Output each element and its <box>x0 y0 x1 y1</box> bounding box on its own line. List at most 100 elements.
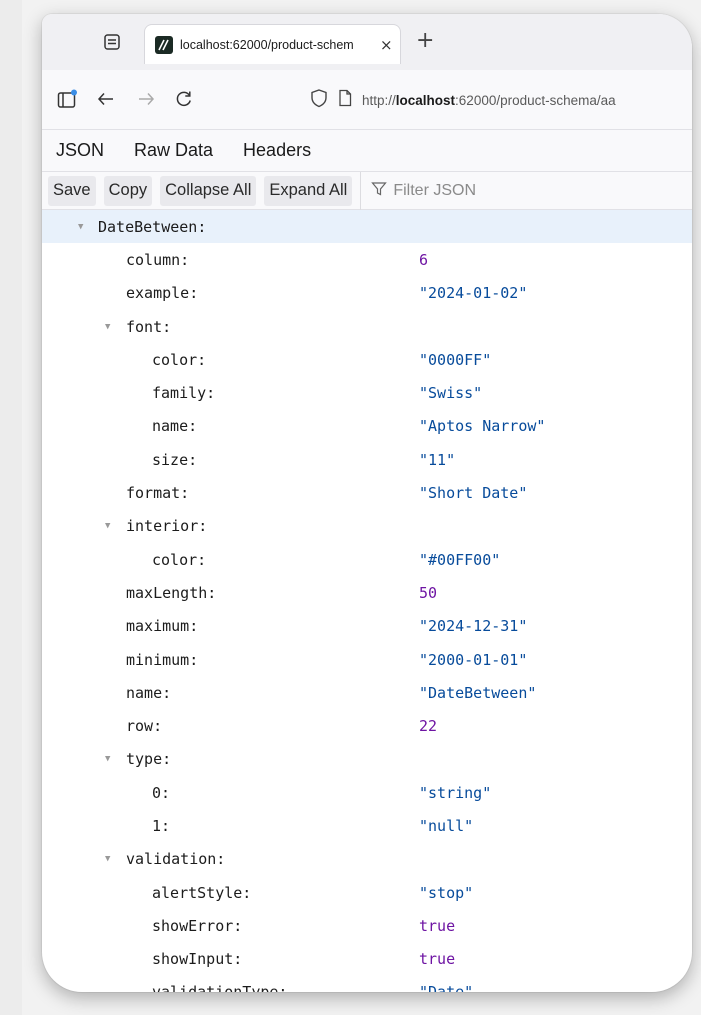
tab-close-icon[interactable]: × <box>380 36 393 54</box>
tree-row[interactable]: showInput: true <box>42 943 692 976</box>
tree-value: 6 <box>419 250 429 269</box>
tree-row[interactable]: maxLength: 50 <box>42 576 692 609</box>
site-favicon-icon <box>155 35 173 54</box>
expand-toggle-icon[interactable]: ▼ <box>105 854 117 864</box>
tree-key: interior: <box>126 517 208 536</box>
page-info-icon[interactable] <box>338 89 352 111</box>
tree-value: "2024-01-02" <box>419 284 528 303</box>
tree-row[interactable]: ▼ validation: <box>42 843 692 876</box>
tree-key: validationType: <box>152 983 287 992</box>
tree-key: validation: <box>126 850 226 869</box>
tree-value: "0000FF" <box>419 350 492 369</box>
collapse-all-button[interactable]: Collapse All <box>160 175 257 206</box>
tree-key: alertStyle: <box>152 883 252 902</box>
expand-toggle-icon[interactable]: ▼ <box>105 322 117 332</box>
filter-json-input[interactable]: Filter JSON <box>360 171 692 210</box>
tree-value: "Date" <box>419 983 473 992</box>
url-host: localhost <box>395 92 456 108</box>
tree-row[interactable]: name: "Aptos Narrow" <box>42 410 692 443</box>
back-arrow-icon[interactable] <box>96 86 116 112</box>
tree-key: family: <box>152 384 216 403</box>
tree-row[interactable]: ▼ type: <box>42 743 692 776</box>
tab-title: localhost:62000/product-schem <box>180 37 354 52</box>
tree-value: 22 <box>419 717 438 736</box>
tree-row[interactable]: color: "0000FF" <box>42 343 692 376</box>
tree-key: minimum: <box>126 650 199 669</box>
tree-key: maximum: <box>126 617 199 636</box>
tree-value: "11" <box>419 450 456 469</box>
tree-key: row: <box>126 717 163 736</box>
url-bar[interactable]: http://localhost:62000/product-schema/aa <box>310 82 692 118</box>
url-text[interactable]: http://localhost:62000/product-schema/aa <box>362 93 616 108</box>
json-tree: ▼ DateBetween: column: 6 example: "2024-01-02… <box>42 210 692 992</box>
tree-key: DateBetween: <box>98 217 207 236</box>
filter-funnel-icon <box>371 181 388 201</box>
tree-row[interactable]: family: "Swiss" <box>42 376 692 409</box>
new-tab-button[interactable]: + <box>416 30 434 52</box>
expand-toggle-icon[interactable]: ▼ <box>78 222 90 232</box>
url-path: :62000/product-schema/aa <box>455 92 616 108</box>
tab-list-icon[interactable] <box>98 28 126 56</box>
tree-row[interactable]: maximum: "2024-12-31" <box>42 610 692 643</box>
url-scheme: http:// <box>362 92 396 108</box>
tree-key: name: <box>126 683 172 702</box>
filter-placeholder: Filter JSON <box>393 181 477 199</box>
tree-value: "2024-12-31" <box>419 617 528 636</box>
forward-arrow-icon[interactable] <box>136 86 156 112</box>
tree-key: column: <box>126 250 190 269</box>
tree-key: maxLength: <box>126 583 217 602</box>
tree-row[interactable]: alertStyle: "stop" <box>42 876 692 909</box>
save-button[interactable]: Save <box>48 175 96 206</box>
tree-value: "stop" <box>419 883 474 902</box>
tree-row[interactable]: size: "11" <box>42 443 692 476</box>
tree-row[interactable]: color: "#00FF00" <box>42 543 692 576</box>
browser-tab[interactable]: localhost:62000/product-schem × <box>144 24 401 64</box>
tree-row[interactable]: minimum: "2000-01-01" <box>42 643 692 676</box>
tree-key: type: <box>126 750 172 769</box>
tree-key: showError: <box>152 916 243 935</box>
tree-row[interactable]: 0: "string" <box>42 776 692 809</box>
tree-key: color: <box>152 550 207 569</box>
tab-raw-data[interactable]: Raw Data <box>120 130 229 172</box>
viewer-tabs: JSON Raw Data Headers <box>42 130 692 172</box>
tree-row[interactable]: name: "DateBetween" <box>42 676 692 709</box>
tree-row[interactable]: ▼ DateBetween: <box>42 210 692 244</box>
background-strip <box>0 0 22 1015</box>
shield-icon[interactable] <box>310 88 328 112</box>
tree-key: size: <box>152 450 198 469</box>
reload-icon[interactable] <box>174 86 194 112</box>
json-toolbar: Save Copy Collapse All Expand All Filter… <box>42 171 692 210</box>
tree-row[interactable]: showError: true <box>42 909 692 942</box>
browser-window: localhost:62000/product-schem × + http:/… <box>42 14 692 992</box>
tree-key: color: <box>152 350 207 369</box>
tree-row[interactable]: column: 6 <box>42 243 692 276</box>
tree-value: "null" <box>419 816 474 835</box>
expand-toggle-icon[interactable]: ▼ <box>105 754 117 764</box>
tree-row[interactable]: validationType: "Date" <box>42 976 692 992</box>
tree-key: 0: <box>152 783 171 802</box>
tree-row[interactable]: row: 22 <box>42 709 692 742</box>
tree-row[interactable]: 1: "null" <box>42 809 692 842</box>
sidebar-toggle-icon[interactable] <box>56 86 78 112</box>
tree-value: true <box>419 950 456 969</box>
copy-button[interactable]: Copy <box>103 175 153 206</box>
tree-row[interactable]: format: "Short Date" <box>42 476 692 509</box>
navigation-bar: http://localhost:62000/product-schema/aa <box>42 70 692 130</box>
tree-row[interactable]: example: "2024-01-02" <box>42 277 692 310</box>
tree-key: example: <box>126 284 199 303</box>
tree-row[interactable]: ▼ font: <box>42 310 692 343</box>
tab-strip: localhost:62000/product-schem × + <box>42 14 692 70</box>
tree-value: "#00FF00" <box>419 550 501 569</box>
tree-key: 1: <box>152 816 171 835</box>
expand-toggle-icon[interactable]: ▼ <box>105 521 117 531</box>
tree-row[interactable]: ▼ interior: <box>42 510 692 543</box>
tab-json[interactable]: JSON <box>42 130 120 172</box>
expand-all-button[interactable]: Expand All <box>264 175 353 206</box>
tab-headers[interactable]: Headers <box>229 130 327 172</box>
tree-value: "Swiss" <box>419 384 483 403</box>
tree-value: "2000-01-01" <box>419 650 528 669</box>
tree-value: "string" <box>419 783 492 802</box>
tree-value: 50 <box>419 583 438 602</box>
tree-key: format: <box>126 484 190 503</box>
tree-key: font: <box>126 317 172 336</box>
